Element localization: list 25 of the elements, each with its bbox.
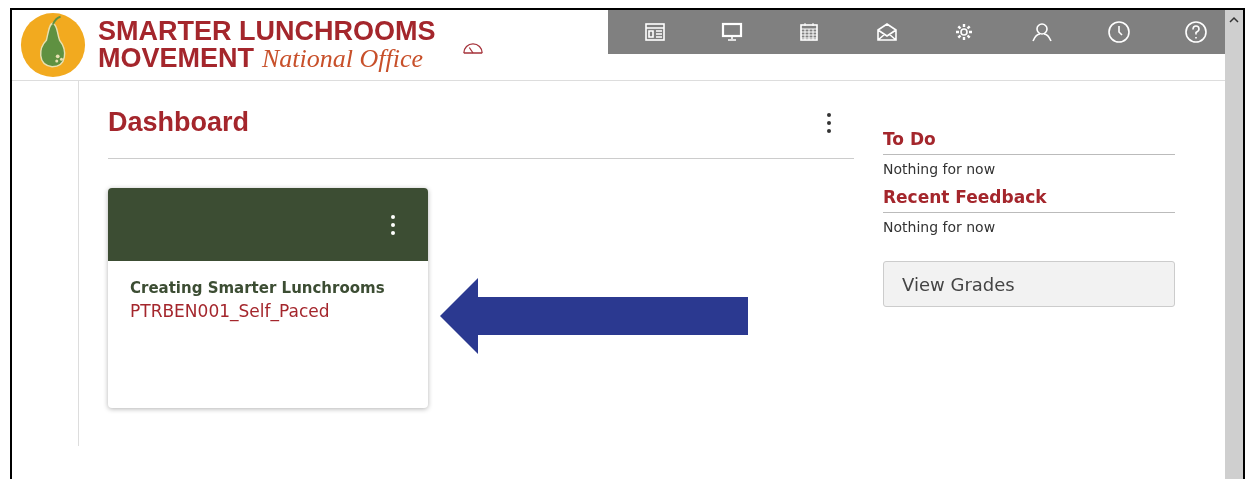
course-title: Creating Smarter Lunchrooms	[130, 279, 386, 297]
section-heading: Recent Feedback	[883, 187, 1175, 213]
monitor-icon[interactable]	[720, 20, 745, 44]
logo-title: SMARTER LUNCHROOMS	[98, 18, 436, 45]
more-options-icon[interactable]	[826, 112, 832, 134]
more-options-icon[interactable]	[390, 213, 396, 236]
section-text: Nothing for now	[883, 219, 997, 235]
course-code-link[interactable]: PTRBEN001_Self_Paced	[130, 301, 406, 321]
envelope-icon[interactable]	[874, 20, 899, 44]
logo-script-text: National Office	[262, 46, 424, 72]
person-icon[interactable]	[1029, 20, 1054, 44]
help-icon[interactable]	[1184, 20, 1209, 44]
page-title: Dashboard	[108, 107, 250, 138]
pear-logo-icon	[20, 12, 86, 78]
scroll-up-icon[interactable]	[1229, 16, 1239, 24]
section-text: Nothing for now	[883, 161, 997, 177]
logo-subtitle: MOVEMENT	[98, 45, 254, 72]
view-grades-button[interactable]: View Grades	[883, 261, 1175, 307]
arrow-icon	[440, 277, 748, 354]
gauge-icon[interactable]	[461, 40, 484, 55]
clock-icon[interactable]	[1106, 20, 1131, 44]
scrollbar[interactable]	[1225, 10, 1243, 479]
course-card[interactable]: Creating Smarter Lunchrooms PTRBEN001_Self_Paced	[108, 188, 428, 408]
section-heading: To Do	[883, 129, 1175, 155]
newspaper-icon[interactable]	[642, 20, 667, 44]
